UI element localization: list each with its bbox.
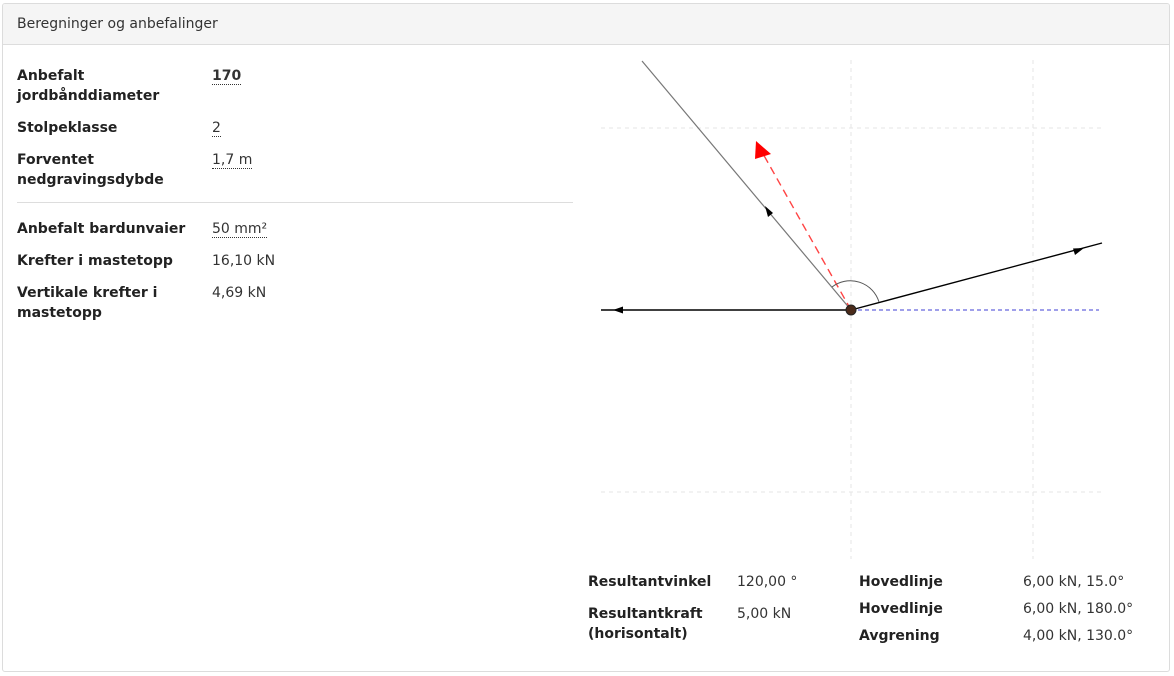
resultant-angle-value: 120,00 ° <box>737 574 798 590</box>
krefter-value: 16,10 kN <box>212 253 276 269</box>
line-avgrening-130 <box>641 60 852 311</box>
line-2-name: Hovedlinje <box>859 601 943 617</box>
vertikal-value: 4,69 kN <box>212 285 267 301</box>
resultant-summary: Resultantvinkel 120,00 ° Resultantkraft … <box>588 572 848 644</box>
stolpeklasse-value-cell: 2 <box>212 118 221 138</box>
line-row-2: Hovedlinje 6,00 kN, 180.0° <box>859 599 1159 619</box>
resultant-vector <box>755 141 852 311</box>
line-1-name: Hovedlinje <box>859 574 943 590</box>
resultant-force-value: 5,00 kN <box>737 606 792 622</box>
bardun-value-cell: 50 mm² <box>212 219 268 239</box>
dybde-value-cell: 1,7 m <box>212 150 253 190</box>
line-3-value: 4,00 kN, 130.0° <box>1023 628 1134 644</box>
calc-row-bardun: Anbefalt bardunvaier 50 mm² <box>17 219 573 239</box>
resultant-angle-label: Resultantvinkel <box>588 574 712 590</box>
calc-row-krefter: Krefter i mastetopp 16,10 kN <box>17 251 573 271</box>
center-point <box>845 304 857 316</box>
line-1-value: 6,00 kN, 15.0° <box>1023 574 1125 590</box>
resultant-angle-row: Resultantvinkel 120,00 ° <box>588 572 848 592</box>
arrowhead-180 <box>613 306 623 314</box>
lines-summary: Hovedlinje 6,00 kN, 15.0° Hovedlinje 6,0… <box>859 572 1159 646</box>
calculations-list: Anbefalt jordbånddiameter 170 Stolpeklas… <box>17 66 573 335</box>
resultant-force-row: Resultantkraft (horisontalt) 5,00 kN <box>588 604 848 644</box>
resultant-force-label: Resultantkraft (horisontalt) <box>588 606 703 642</box>
jordbaand-value: 170 <box>212 68 242 85</box>
resultant-arrowhead <box>755 141 771 159</box>
line-2-value: 6,00 kN, 180.0° <box>1023 601 1134 617</box>
line-row-1: Hovedlinje 6,00 kN, 15.0° <box>859 572 1159 592</box>
stolpeklasse-label: Stolpeklasse <box>17 120 118 136</box>
line-3-name: Avgrening <box>859 628 940 644</box>
vertikal-label: Vertikale krefter i mastetopp <box>17 285 158 321</box>
calc-row-dybde: Forventet nedgravingsdybde 1,7 m <box>17 150 573 190</box>
line-row-3: Avgrening 4,00 kN, 130.0° <box>859 626 1159 646</box>
calc-row-vertikal: Vertikale krefter i mastetopp 4,69 kN <box>17 283 573 323</box>
divider <box>17 202 573 203</box>
jordbaand-value-cell: 170 <box>212 66 242 106</box>
angle-arc <box>831 280 880 303</box>
calc-row-jordbaand: Anbefalt jordbånddiameter 170 <box>17 66 573 106</box>
krefter-label: Krefter i mastetopp <box>17 253 173 269</box>
stolpeklasse-value: 2 <box>212 120 221 137</box>
dybde-value: 1,7 m <box>212 152 253 169</box>
bardun-label: Anbefalt bardunvaier <box>17 221 186 237</box>
calc-row-stolpeklasse: Stolpeklasse 2 <box>17 118 573 138</box>
grid-lines <box>601 60 1101 559</box>
line-hovedlinje-15 <box>850 242 1103 311</box>
calculations-panel: Beregninger og anbefalinger Anbefalt jor… <box>2 3 1170 672</box>
line-hovedlinje-180 <box>601 306 851 314</box>
arrowhead-15 <box>1073 248 1084 255</box>
dybde-label: Forventet nedgravingsdybde <box>17 152 164 188</box>
panel-title: Beregninger og anbefalinger <box>3 4 1169 45</box>
bardun-value: 50 mm² <box>212 221 268 238</box>
arrowhead-130 <box>765 206 773 217</box>
jordbaand-label: Anbefalt jordbånddiameter <box>17 68 160 104</box>
